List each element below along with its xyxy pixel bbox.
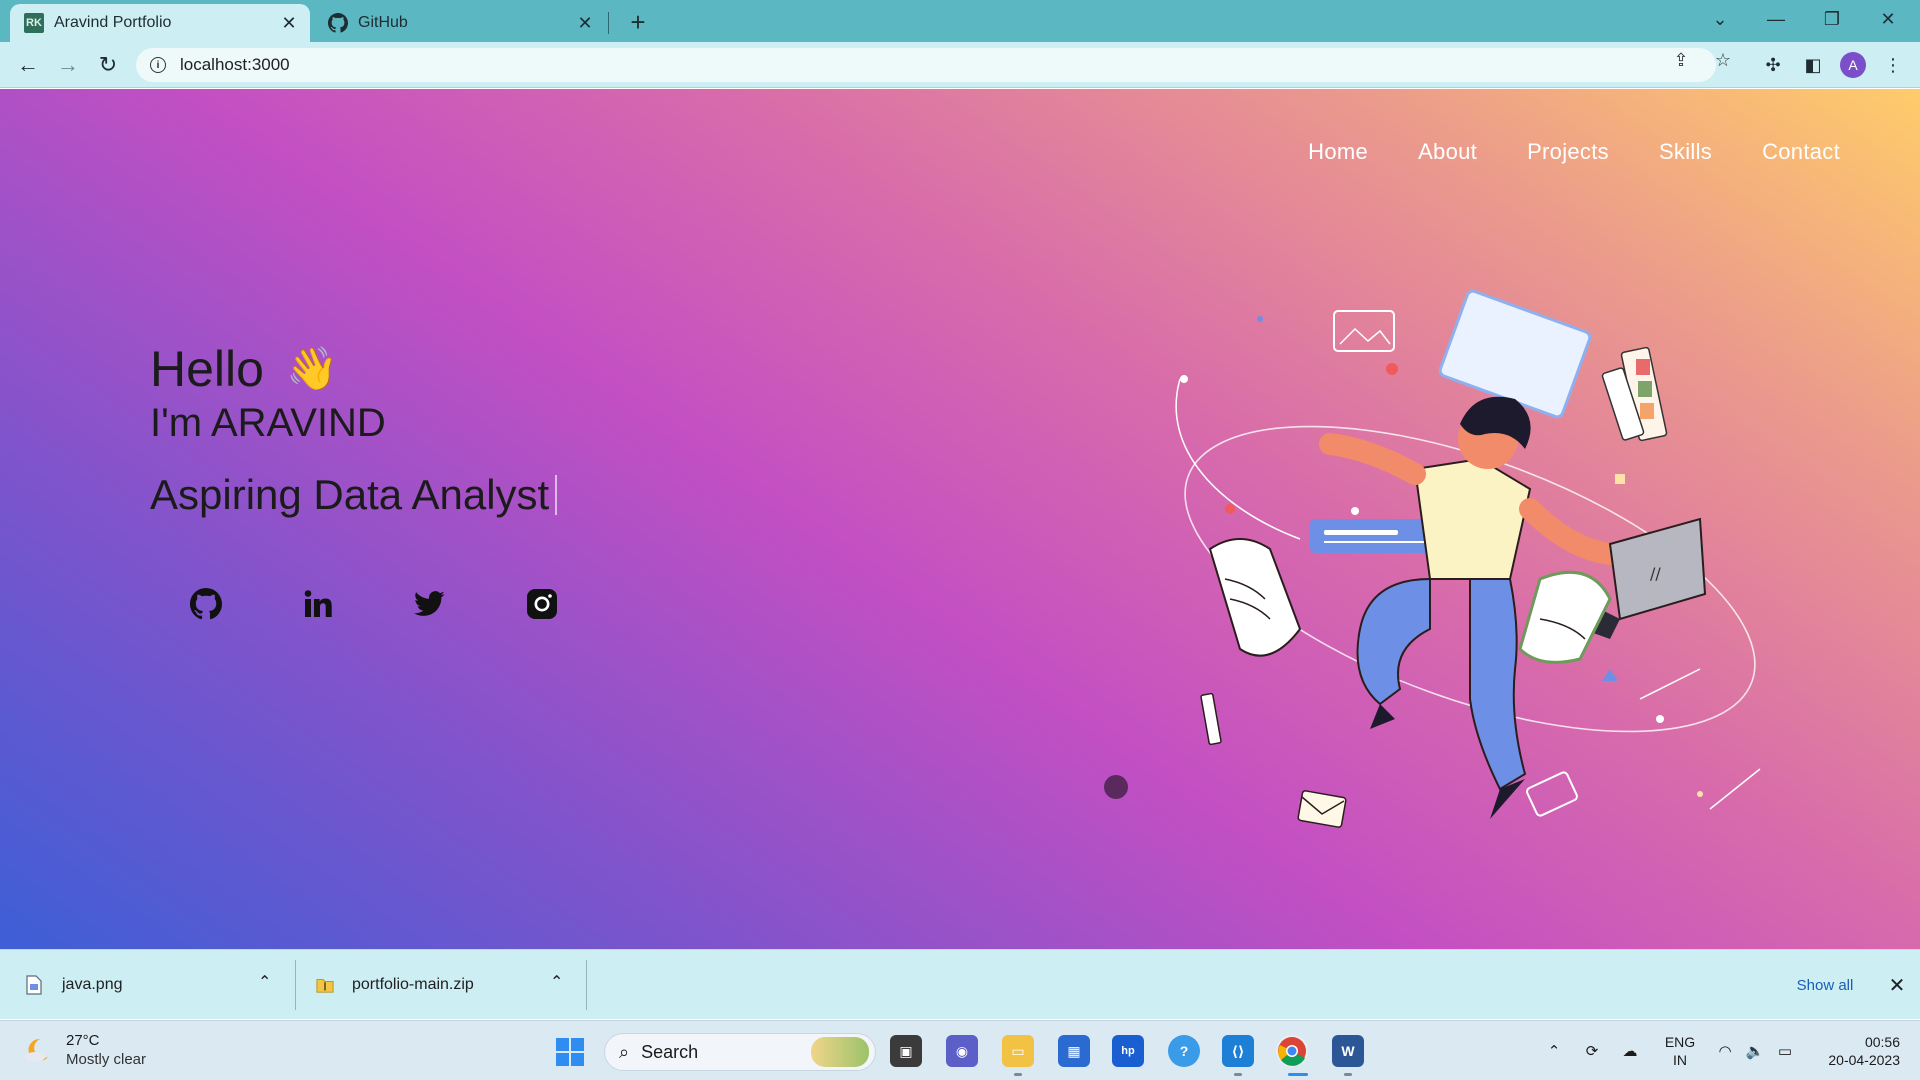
twitter-icon[interactable]	[414, 588, 446, 620]
search-placeholder: Search	[641, 1041, 699, 1062]
close-tab-icon[interactable]: ✕	[576, 13, 594, 33]
battery-icon[interactable]: ▭	[1772, 1021, 1798, 1080]
profile-avatar[interactable]: A	[1840, 52, 1866, 78]
side-panel-icon[interactable]: ◧	[1800, 52, 1826, 78]
language-indicator[interactable]: ENG IN	[1660, 1033, 1700, 1069]
clock-date: 20-04-2023	[1828, 1052, 1900, 1068]
browser-toolbar: ← → ↻ i localhost:3000 ⇪ ☆ ✣ ◧ A ⋮	[0, 42, 1920, 88]
site-info-icon[interactable]: i	[150, 57, 166, 73]
chevron-up-icon[interactable]: ⌃	[258, 972, 271, 992]
onedrive-cloud-icon[interactable]: ☁	[1616, 1021, 1644, 1080]
task-view-icon[interactable]: ▣	[890, 1035, 922, 1067]
close-tab-icon[interactable]: ✕	[280, 13, 298, 33]
windows-taskbar: 27°C Mostly clear ⌕ Search ▣ ◉ ▭ ▦ hp ? …	[0, 1020, 1920, 1080]
github-favicon-icon	[328, 13, 348, 33]
download-filename: portfolio-main.zip	[352, 976, 474, 993]
portfolio-favicon-icon: RK	[24, 13, 44, 33]
forward-arrow-icon[interactable]: →	[52, 49, 84, 81]
vscode-icon[interactable]: ⟨⟩	[1222, 1035, 1254, 1067]
restore-icon[interactable]: ❐	[1812, 4, 1852, 34]
image-file-icon	[26, 975, 44, 995]
weather-temp: 27°C	[66, 1032, 100, 1049]
developer-illustration: //	[1175, 289, 1761, 828]
shelf-divider	[586, 960, 587, 1010]
instagram-icon[interactable]	[526, 588, 558, 620]
search-icon: ⌕	[619, 1041, 630, 1062]
svg-text://: //	[1650, 564, 1661, 583]
tab-github[interactable]: GitHub ✕	[314, 4, 606, 42]
windows-start-icon[interactable]	[555, 1037, 585, 1067]
nav-contact[interactable]: Contact	[1762, 139, 1840, 165]
myhp-icon[interactable]: hp	[1112, 1035, 1144, 1067]
typing-cursor	[555, 475, 558, 515]
share-icon[interactable]: ⇪	[1670, 49, 1692, 71]
new-tab-button[interactable]: +	[624, 7, 652, 37]
page-viewport: Home About Projects Skills Contact Hello…	[0, 89, 1920, 949]
active-indicator	[1288, 1073, 1308, 1076]
role-text: Aspiring Data Analyst	[150, 471, 550, 518]
minimize-icon[interactable]: —	[1756, 4, 1796, 34]
sync-icon[interactable]: ⟳	[1578, 1021, 1606, 1080]
nav-projects[interactable]: Projects	[1527, 139, 1609, 165]
show-hidden-icons-chevron-icon[interactable]: ⌃	[1540, 1021, 1568, 1080]
bookmark-star-icon[interactable]: ☆	[1712, 49, 1734, 71]
tab-title: GitHub	[358, 14, 408, 31]
hero-greeting: Hello 👋	[150, 339, 557, 399]
chrome-icon[interactable]	[1276, 1035, 1308, 1067]
extensions-puzzle-icon[interactable]: ✣	[1760, 52, 1786, 78]
waving-hand-icon: 👋	[285, 344, 339, 392]
close-window-icon[interactable]: ✕	[1868, 4, 1908, 34]
wifi-icon[interactable]: ◠	[1712, 1021, 1738, 1080]
reload-icon[interactable]: ↻	[92, 49, 124, 81]
microsoft-store-icon[interactable]: ▦	[1058, 1035, 1090, 1067]
taskbar-search[interactable]: ⌕ Search	[604, 1033, 876, 1071]
download-filename: java.png	[62, 976, 123, 993]
file-explorer-icon[interactable]: ▭	[1002, 1035, 1034, 1067]
hero-section: Hello 👋 I'm ARAVIND Aspiring Data Analys…	[150, 339, 558, 523]
address-bar[interactable]: i localhost:3000	[136, 48, 1716, 82]
teams-chat-icon[interactable]: ◉	[946, 1035, 978, 1067]
system-clock[interactable]: 00:56 20-04-2023	[1808, 1033, 1900, 1069]
running-indicator	[1344, 1073, 1352, 1076]
language-line2: IN	[1673, 1052, 1687, 1068]
download-item-java[interactable]: java.png ⌃	[26, 950, 276, 1020]
download-shelf: java.png ⌃ portfolio-main.zip ⌃ Show all…	[0, 949, 1920, 1019]
volume-icon[interactable]: 🔈	[1742, 1021, 1768, 1080]
download-item-portfolio-zip[interactable]: portfolio-main.zip ⌃	[316, 950, 576, 1020]
show-all-button[interactable]: Show all	[1770, 970, 1880, 1000]
running-indicator	[1014, 1073, 1022, 1076]
back-arrow-icon[interactable]: ←	[12, 49, 44, 81]
help-app-icon[interactable]: ?	[1168, 1035, 1200, 1067]
weather-condition: Mostly clear	[66, 1051, 147, 1068]
tab-search-chevron-icon[interactable]: ⌄	[1700, 4, 1740, 34]
url-text: localhost:3000	[180, 55, 290, 74]
tab-title: Aravind Portfolio	[54, 14, 172, 31]
close-shelf-icon[interactable]: ✕	[1884, 972, 1910, 998]
cursor-dot	[1104, 775, 1128, 799]
language-line1: ENG	[1664, 1034, 1696, 1050]
hero-intro: I'm ARAVIND	[150, 401, 386, 445]
github-icon[interactable]	[190, 588, 222, 620]
tab-strip: RK Aravind Portfolio ✕ GitHub ✕ + ⌄ — ❐ …	[0, 0, 1920, 42]
search-highlight-icon	[811, 1037, 869, 1067]
running-indicator	[1234, 1073, 1242, 1076]
nav-home[interactable]: Home	[1308, 139, 1368, 165]
hero-role-typewriter: Aspiring Data Analyst	[150, 467, 558, 523]
weather-widget[interactable]: 27°C Mostly clear	[22, 1031, 146, 1069]
linkedin-icon[interactable]	[302, 588, 334, 620]
nav-skills[interactable]: Skills	[1659, 139, 1712, 165]
word-icon[interactable]: W	[1332, 1035, 1364, 1067]
shelf-divider	[295, 960, 296, 1010]
chevron-up-icon[interactable]: ⌃	[550, 972, 563, 992]
social-links	[190, 588, 558, 620]
nav-about[interactable]: About	[1418, 139, 1477, 165]
tab-divider	[608, 12, 609, 34]
menu-kebab-icon[interactable]: ⋮	[1880, 52, 1906, 78]
clock-time: 00:56	[1864, 1034, 1900, 1050]
greeting-text: Hello	[150, 341, 264, 397]
tab-aravind-portfolio[interactable]: RK Aravind Portfolio ✕	[10, 4, 310, 42]
site-navbar: Home About Projects Skills Contact	[1308, 139, 1840, 165]
zip-folder-icon	[316, 975, 334, 995]
moon-cloud-icon	[22, 1035, 52, 1065]
